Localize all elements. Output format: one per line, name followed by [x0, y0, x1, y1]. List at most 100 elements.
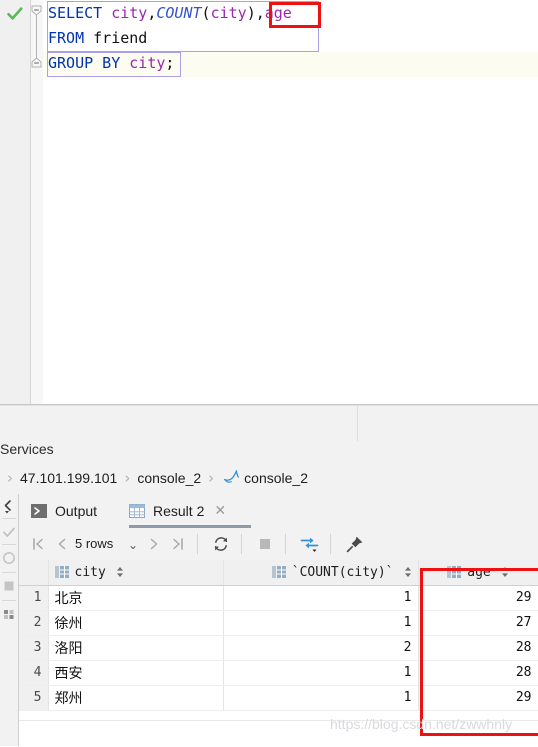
code-token-1-7: city [210, 4, 247, 22]
result-grid[interactable]: city `COUNT(city)` age 1 北京 1 29 2 徐州 1 … [19, 560, 538, 747]
column-header-count-label: `COUNT(city)` [291, 564, 394, 580]
breadcrumb[interactable]: › 47.101.199.101 › console_2 › console_2 [0, 461, 538, 495]
code-token-1-1: SELECT [48, 4, 103, 22]
circle-icon[interactable] [1, 550, 17, 566]
checkmark-icon[interactable] [1, 524, 17, 540]
table-row[interactable]: 1 北京 1 29 [19, 585, 538, 611]
fold-minus-icon-2[interactable] [31, 56, 42, 68]
cell-age[interactable]: 28 [418, 635, 538, 661]
dolphin-icon [223, 469, 240, 485]
result-grid-toolbar[interactable]: 5 rows ⌄ [19, 528, 538, 561]
code-token-3-1: GROUP BY [48, 54, 121, 72]
fold-minus-icon[interactable] [31, 4, 42, 16]
cell-count[interactable]: 1 [223, 685, 419, 711]
tab-output[interactable]: Output [31, 494, 97, 528]
tab-result-2-label: Result 2 [153, 503, 205, 519]
results-left-rail[interactable] [0, 494, 19, 746]
last-page-button[interactable] [169, 534, 187, 554]
tab-result-2[interactable]: Result 2 ✕ [129, 494, 226, 528]
cell-city[interactable]: 洛阳 [48, 635, 224, 661]
table-row[interactable]: 3 洛阳 2 28 [19, 635, 538, 661]
row-number: 4 [19, 660, 49, 686]
column-icon-age [447, 566, 462, 579]
cell-count[interactable]: 1 [223, 660, 419, 686]
chevron-down-icon[interactable]: ⌄ [127, 535, 139, 555]
row-number: 5 [19, 685, 49, 711]
first-page-button[interactable] [29, 534, 47, 554]
services-header-divider [357, 406, 358, 441]
cell-city[interactable]: 徐州 [48, 610, 224, 636]
column-header-rownum [19, 560, 49, 586]
chevron-right-icon-0: › [7, 468, 13, 487]
toolbar-divider-4 [330, 534, 331, 554]
sort-icon-age[interactable] [501, 566, 509, 578]
table-body[interactable]: 1 北京 1 29 2 徐州 1 27 3 洛阳 2 28 4 西安 1 28 5 郑州 1 29 [19, 585, 538, 711]
services-label: Services [0, 441, 54, 457]
column-header-age[interactable]: age [418, 560, 538, 586]
cell-city[interactable]: 北京 [48, 585, 224, 611]
breadcrumb-item-host[interactable]: 47.101.199.101 [20, 470, 117, 486]
toolbar-divider-2 [241, 534, 242, 554]
sort-icon-count[interactable] [404, 566, 412, 578]
column-header-city[interactable]: city [48, 560, 224, 586]
cell-count[interactable]: 1 [223, 610, 419, 636]
transpose-icon[interactable] [299, 534, 321, 554]
editor-gutter[interactable] [0, 0, 31, 404]
breadcrumb-item-schema[interactable]: console_2 [137, 470, 201, 486]
code-token-2-2: friend [84, 29, 148, 47]
grid-icon[interactable] [1, 606, 17, 622]
cell-age[interactable]: 29 [418, 685, 538, 711]
code-line-2[interactable]: FROM friend [43, 26, 147, 51]
table-header: city `COUNT(city)` age [19, 560, 538, 586]
cell-count[interactable]: 2 [223, 635, 419, 661]
sql-editor-pane[interactable]: SELECT city,COUNT(city),age FROM friend … [0, 0, 538, 404]
code-line-3[interactable]: GROUP BY city; [43, 51, 174, 76]
results-tabs[interactable]: Output Result 2 ✕ [19, 494, 538, 529]
rail-divider-2 [2, 544, 16, 545]
refresh-icon[interactable] [211, 534, 231, 554]
cell-age[interactable]: 27 [418, 610, 538, 636]
pin-icon[interactable] [345, 534, 365, 554]
code-token-1-5: COUNT [156, 4, 202, 22]
editor-fold-strip[interactable] [31, 0, 43, 404]
stop-icon[interactable] [255, 534, 275, 554]
cell-age[interactable]: 28 [418, 660, 538, 686]
code-token-1-6: ( [201, 4, 211, 22]
column-icon-count [271, 566, 286, 579]
cell-count[interactable]: 1 [223, 585, 419, 611]
code-token-1-9: , [255, 4, 265, 22]
table-grid-icon [129, 504, 145, 518]
row-number: 1 [19, 585, 49, 611]
services-tool-window-header[interactable]: Services [0, 406, 538, 462]
sort-icon-city[interactable] [116, 566, 124, 578]
close-icon[interactable]: ✕ [214, 503, 226, 519]
row-number: 2 [19, 610, 49, 636]
tab-output-label: Output [55, 503, 98, 519]
cell-city[interactable]: 西安 [48, 660, 224, 686]
toolbar-divider-1 [197, 534, 198, 554]
code-token-1-3: city [111, 4, 148, 22]
square-icon[interactable] [1, 578, 17, 594]
prev-page-button[interactable] [54, 534, 70, 554]
chevron-right-icon-1: › [124, 468, 131, 487]
table-row[interactable]: 2 徐州 1 27 [19, 610, 538, 636]
code-line-1[interactable]: SELECT city,COUNT(city),age [43, 1, 292, 26]
column-header-count[interactable]: `COUNT(city)` [223, 560, 419, 586]
code-token-1-8: ) [246, 4, 256, 22]
next-page-button[interactable] [146, 534, 162, 554]
table-row[interactable]: 4 西安 1 28 [19, 660, 538, 686]
grid-empty-tail [19, 720, 538, 747]
toolbar-divider-3 [285, 534, 286, 554]
cell-age[interactable]: 29 [418, 585, 538, 611]
fold-region-line [36, 12, 37, 60]
collapse-icon[interactable] [1, 498, 17, 514]
editor-code-area[interactable]: SELECT city,COUNT(city),age FROM friend … [43, 0, 538, 404]
row-number: 3 [19, 635, 49, 661]
cell-city[interactable]: 郑州 [48, 685, 224, 711]
row-count-label[interactable]: 5 rows [75, 536, 113, 551]
annotation-box-age-expression [269, 2, 321, 28]
column-header-city-label: city [74, 564, 106, 580]
breadcrumb-item-console[interactable]: console_2 [244, 470, 308, 486]
result-table[interactable]: city `COUNT(city)` age 1 北京 1 29 2 徐州 1 … [19, 560, 538, 711]
table-row[interactable]: 5 郑州 1 29 [19, 685, 538, 711]
